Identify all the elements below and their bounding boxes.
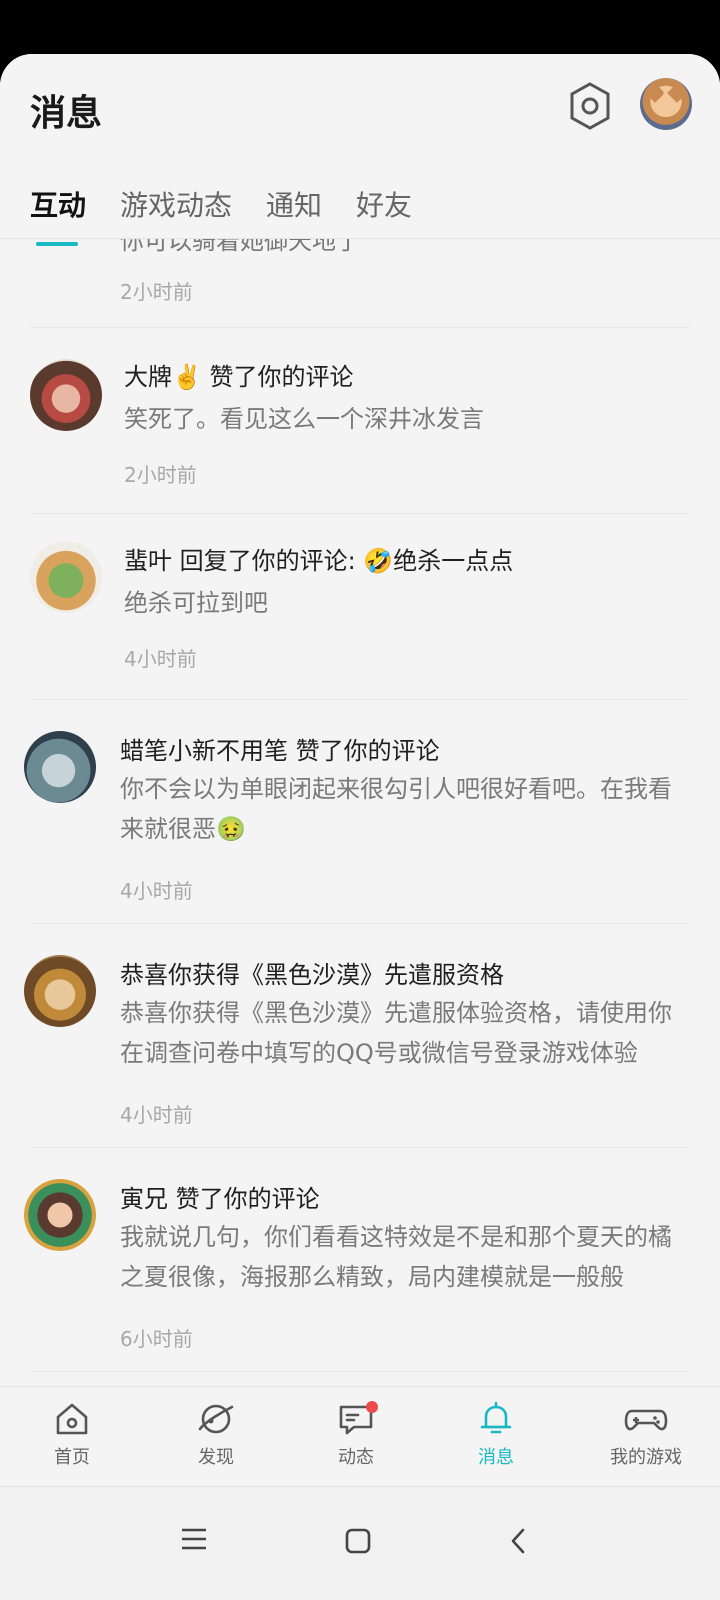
tab-game-updates[interactable]: 游戏动态 xyxy=(120,186,232,226)
nav-home[interactable]: 首页 xyxy=(12,1399,132,1479)
item-title: 恭喜你获得《黑色沙漠》先遣服资格 xyxy=(120,961,504,989)
nav-discover[interactable]: 发现 xyxy=(156,1399,276,1479)
header: 消息 互动 游戏动态 通知 好友 xyxy=(0,54,720,246)
nav-messages[interactable]: 消息 xyxy=(436,1399,556,1479)
item-body: 恭喜你获得《黑色沙漠》先遣服体验资格，请使用你在调查问卷中填写的QQ号或微信号登… xyxy=(120,999,672,1067)
avatar[interactable] xyxy=(24,955,96,1027)
item-time: 2小时前 xyxy=(124,463,197,487)
tab-notifications[interactable]: 通知 xyxy=(266,186,322,226)
avatar[interactable] xyxy=(24,731,96,803)
item-time: 6小时前 xyxy=(120,1327,193,1351)
tab-friends[interactable]: 好友 xyxy=(356,186,412,226)
nav-label: 发现 xyxy=(198,1447,234,1468)
item-title: 蜡笔小新不用笔 赞了你的评论 xyxy=(120,737,440,765)
message-item[interactable]: 寅兄 赞了你的评论 我就说几句，你们看看这特效是不是和那个夏天的橘之夏很像，海报… xyxy=(0,1147,720,1371)
partial-item-time: 2小时前 xyxy=(120,280,193,304)
bell-icon xyxy=(480,1401,512,1434)
item-title: 大牌✌️ 赞了你的评论 xyxy=(124,363,354,391)
home-button-icon[interactable] xyxy=(344,1527,372,1555)
message-item[interactable]: 大牌✌️ 赞了你的评论 笑死了。看见这么一个深井冰发言 2小时前 xyxy=(0,327,720,513)
item-body: 笑死了。看见这么一个深井冰发言 xyxy=(124,405,484,433)
message-feed[interactable]: 你可以骑着她御天地了 2小时前 大牌✌️ 赞了你的评论 笑死了。看见这么一个深井… xyxy=(0,54,720,1600)
item-body: 我就说几句，你们看看这特效是不是和那个夏天的橘之夏很像，海报那么精致，局内建模就… xyxy=(120,1223,672,1291)
back-icon[interactable] xyxy=(508,1527,528,1555)
message-item[interactable]: 蜚叶 回复了你的评论: 🤣绝杀一点点 绝杀可拉到吧 4小时前 xyxy=(0,513,720,699)
app-sheet: 你可以骑着她御天地了 2小时前 大牌✌️ 赞了你的评论 笑死了。看见这么一个深井… xyxy=(0,54,720,1600)
item-title: 蜚叶 回复了你的评论: 🤣绝杀一点点 xyxy=(124,547,514,575)
divider xyxy=(0,238,720,239)
nav-label: 动态 xyxy=(338,1447,374,1468)
tab-interaction[interactable]: 互动 xyxy=(30,186,86,246)
avatar[interactable] xyxy=(24,1179,96,1251)
planet-icon xyxy=(198,1404,234,1434)
page-title: 消息 xyxy=(30,93,103,134)
nav-label: 我的游戏 xyxy=(610,1447,682,1468)
nav-feed[interactable]: 动态 xyxy=(296,1399,416,1479)
home-icon xyxy=(56,1403,88,1435)
avatar[interactable] xyxy=(30,359,102,431)
profile-avatar[interactable] xyxy=(640,78,692,130)
system-nav-bar xyxy=(0,1486,720,1600)
item-time: 4小时前 xyxy=(124,647,197,671)
message-item[interactable]: 蜡笔小新不用笔 赞了你的评论 你不会以为单眼闭起来很勾引人吧很好看吧。在我看来就… xyxy=(0,699,720,923)
bottom-nav: 首页 发现 动态 消息 我的游戏 xyxy=(0,1386,720,1486)
item-time: 4小时前 xyxy=(120,879,193,903)
recent-apps-icon[interactable] xyxy=(180,1527,208,1551)
avatar[interactable] xyxy=(30,541,102,613)
gamepad-icon xyxy=(624,1409,668,1431)
nav-label: 消息 xyxy=(478,1447,514,1468)
tab-bar: 互动 游戏动态 通知 好友 xyxy=(0,174,720,246)
message-item[interactable]: 恭喜你获得《黑色沙漠》先遣服资格 恭喜你获得《黑色沙漠》先遣服体验资格，请使用你… xyxy=(0,923,720,1147)
item-time: 4小时前 xyxy=(120,1103,193,1127)
nav-label: 首页 xyxy=(54,1447,90,1468)
divider xyxy=(30,1371,690,1372)
settings-hex-icon[interactable] xyxy=(566,80,614,132)
item-body: 绝杀可拉到吧 xyxy=(124,589,268,617)
item-title: 寅兄 赞了你的评论 xyxy=(120,1185,320,1213)
item-body: 你不会以为单眼闭起来很勾引人吧很好看吧。在我看来就很恶🤢 xyxy=(120,775,672,843)
badge-dot xyxy=(366,1401,378,1413)
nav-my-games[interactable]: 我的游戏 xyxy=(576,1399,716,1479)
